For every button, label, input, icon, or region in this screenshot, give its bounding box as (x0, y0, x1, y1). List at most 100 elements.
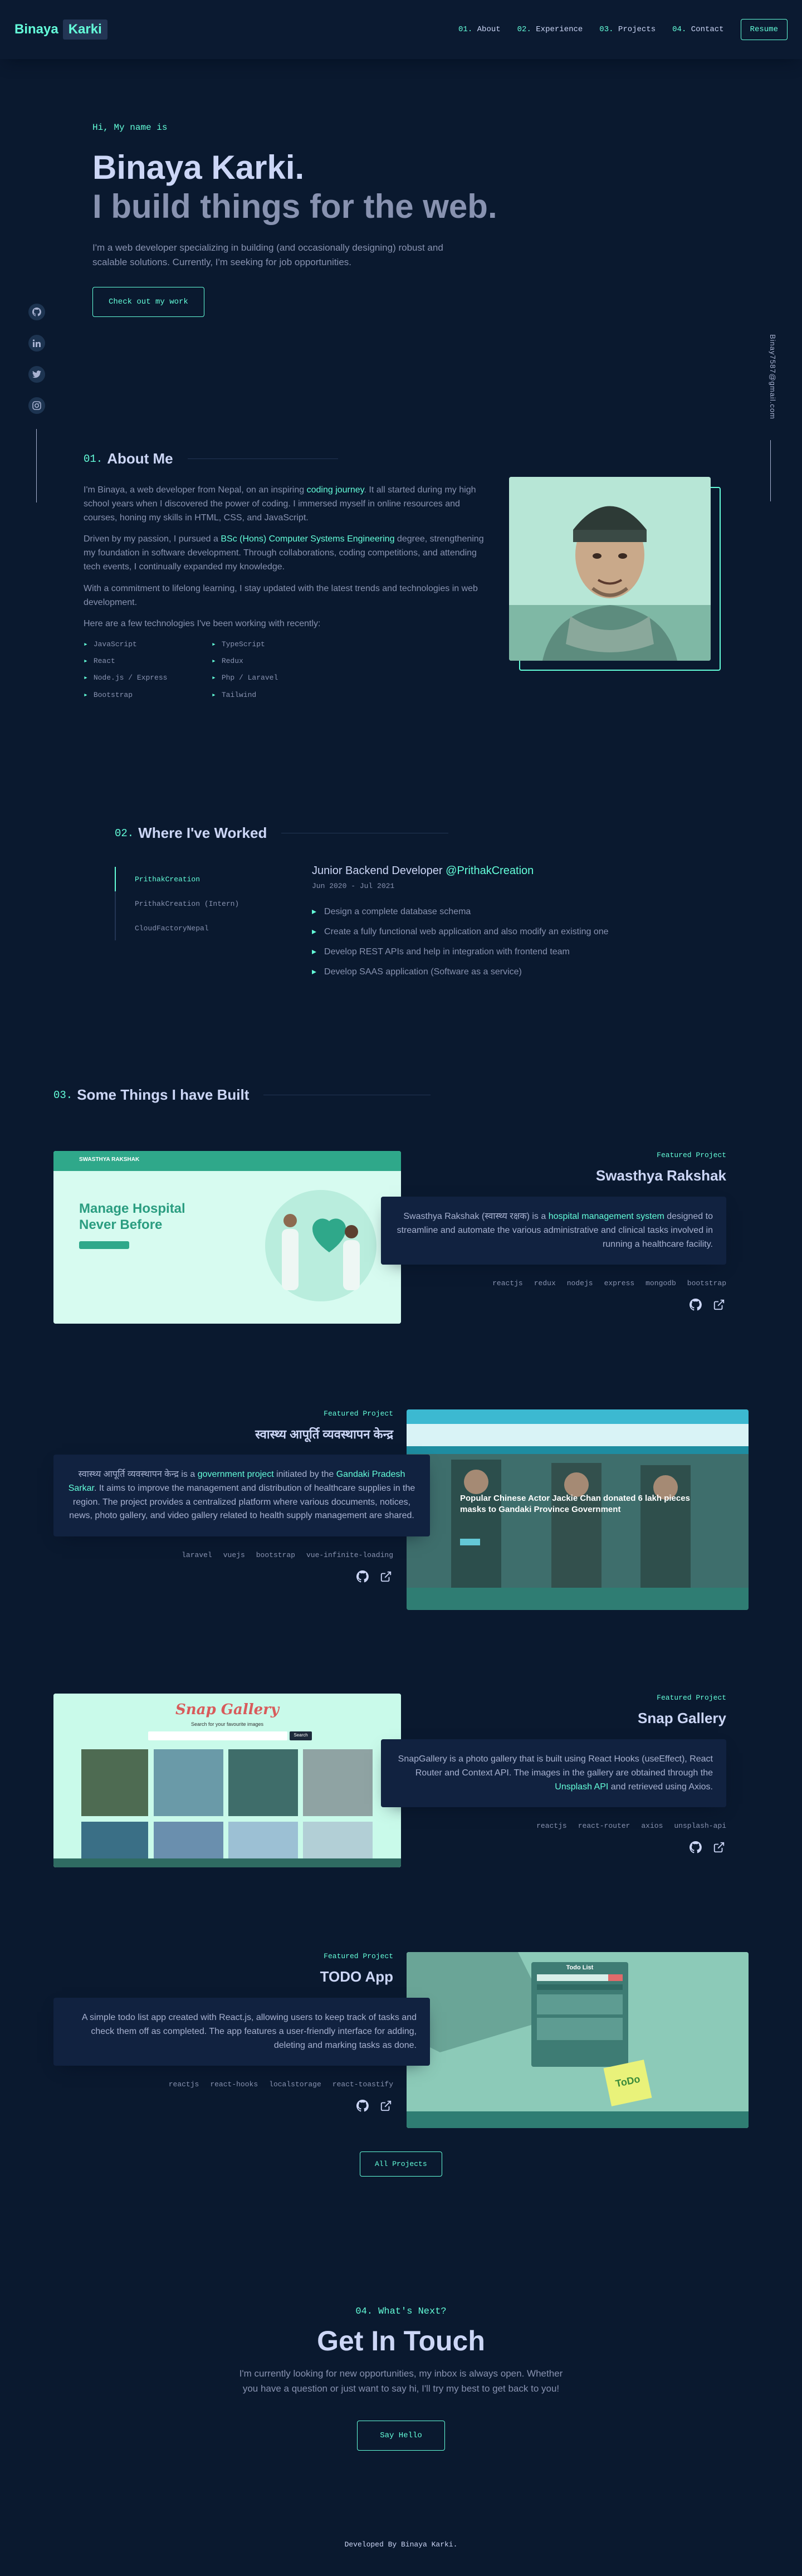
project-title[interactable]: Snap Gallery (381, 1710, 726, 1727)
nav-link-projects[interactable]: 03. Projects (599, 25, 656, 34)
project-links (53, 2099, 393, 2113)
featured-label: Featured Project (657, 1151, 726, 1159)
contact-section: 04. What's Next? Get In Touch I'm curren… (234, 2306, 568, 2451)
project-tech-list: laravel vuejs bootstrap vue-infinite-loa… (53, 1551, 393, 1559)
featured-label: Featured Project (324, 1952, 393, 1960)
project-tech-list: reactjs redux nodejs express mongodb boo… (381, 1279, 726, 1287)
job-duty: Develop SAAS application (Software as a … (312, 966, 702, 977)
external-link-icon[interactable] (379, 2099, 393, 2113)
tech-tag: reactjs (536, 1822, 567, 1831)
github-icon[interactable] (355, 1569, 370, 1584)
project-link[interactable]: Unsplash API (555, 1782, 608, 1792)
tech-tag: bootstrap (256, 1551, 295, 1560)
tech-tag: react-router (578, 1822, 630, 1831)
external-link-icon[interactable] (712, 1297, 726, 1312)
text: initiated by the (273, 1470, 336, 1479)
projects-heading: 03. Some Things I have Built (53, 1086, 431, 1104)
project-description: SnapGallery is a photo gallery that is b… (381, 1739, 726, 1808)
project-image-heading: Manage Hospital Never Before (79, 1201, 185, 1232)
project-links (381, 1840, 726, 1855)
linkedin-icon[interactable] (28, 335, 45, 352)
work-tab-cloudfactorynepal[interactable]: CloudFactoryNepal (115, 916, 282, 940)
tech-item: TypeScript (212, 639, 340, 650)
top-nav: Binaya Karki 01. About 02. Experience 03… (0, 0, 802, 59)
project-title[interactable]: स्वास्थ्य आपूर्ति व्यवस्थापन केन्द्र (53, 1426, 393, 1442)
twitter-icon[interactable] (28, 366, 45, 383)
project-description: A simple todo list app created with Reac… (53, 1998, 430, 2066)
project-image-todo[interactable]: Todo List ToDo (407, 1952, 749, 2128)
work-tab-prithakcreation[interactable]: PrithakCreation (115, 867, 282, 891)
about-paragraph-4: Here are a few technologies I've been wo… (84, 619, 321, 629)
tech-item: Node.js / Express (84, 672, 212, 684)
github-icon[interactable] (688, 1297, 703, 1312)
nav-label: Projects (618, 25, 656, 34)
project-title[interactable]: Swasthya Rakshak (381, 1167, 726, 1184)
project-link[interactable]: hospital management system (549, 1212, 664, 1221)
tech-tag: vue-infinite-loading (306, 1551, 393, 1560)
nav-link-about[interactable]: 01. About (458, 25, 501, 34)
job-role: Junior Backend Developer (312, 865, 446, 877)
featured-label: Featured Project (657, 1694, 726, 1702)
all-projects-button[interactable]: All Projects (360, 2151, 442, 2177)
section-divider (187, 458, 338, 459)
tech-item: React (84, 656, 212, 667)
tech-tag: mongodb (645, 1279, 676, 1288)
job-company-link[interactable]: @PrithakCreation (446, 865, 534, 877)
nav-label: Experience (536, 25, 583, 34)
footer-credit[interactable]: Developed By Binaya Karki. (0, 2540, 802, 2549)
tech-tag: reactjs (168, 2080, 199, 2089)
profile-photo (509, 477, 711, 661)
social-divider-line (36, 429, 37, 502)
job-duties: Design a complete database schema Create… (312, 906, 702, 977)
job-title: Junior Backend Developer @PrithakCreatio… (312, 865, 702, 877)
section-title: Some Things I have Built (77, 1086, 250, 1103)
project-title[interactable]: TODO App (53, 1968, 393, 1985)
logo-second: Karki (62, 19, 107, 40)
job-date: Jun 2020 - Jul 2021 (312, 882, 395, 890)
project-links (53, 1569, 393, 1584)
tech-tag: express (604, 1279, 635, 1288)
highlight: coding journey (306, 485, 364, 495)
tech-item: JavaScript (84, 639, 212, 650)
work-tab-prithakcreation-intern[interactable]: PrithakCreation (Intern) (115, 891, 282, 916)
email-link[interactable]: Binay7587@gmail.com (769, 334, 777, 419)
project-info-snap-gallery: Featured Project Snap Gallery SnapGaller… (381, 1694, 726, 1855)
project-link[interactable]: government project (198, 1470, 274, 1479)
project-image-headline: Popular Chinese Actor Jackie Chan donate… (460, 1494, 690, 1514)
project-image-nav: SWASTHYA RAKSHAK (79, 1157, 140, 1163)
project-image-health-supply[interactable]: Popular Chinese Actor Jackie Chan donate… (407, 1409, 749, 1610)
contact-title: Get In Touch (317, 2325, 485, 2357)
say-hello-button[interactable]: Say Hello (357, 2421, 445, 2451)
resume-button[interactable]: Resume (740, 19, 788, 40)
project-image-swasthya[interactable]: Manage Hospital Never Before SWASTHYA RA… (53, 1151, 401, 1324)
tech-tag: react-hooks (210, 2080, 258, 2089)
nav-num: 02. (517, 25, 531, 34)
project-image-snap-gallery[interactable]: Snap Gallery Search for your favourite i… (53, 1694, 401, 1867)
github-icon[interactable] (28, 304, 45, 320)
external-link-icon[interactable] (379, 1569, 393, 1584)
hero-greeting: Hi, My name is (92, 123, 168, 133)
highlight: BSc (Hons) Computer Systems Engineering (221, 534, 395, 544)
nav-link-experience[interactable]: 02. Experience (517, 25, 583, 34)
project-info-todo: Featured Project TODO App A simple todo … (53, 1952, 430, 2113)
nav-links: 01. About 02. Experience 03. Projects 04… (458, 19, 788, 40)
github-icon[interactable] (688, 1840, 703, 1855)
github-icon[interactable] (355, 2099, 370, 2113)
featured-label: Featured Project (324, 1409, 393, 1418)
tech-tag: localstorage (269, 2080, 321, 2089)
check-work-button[interactable]: Check out my work (92, 286, 204, 317)
hero-description: I'm a web developer specializing in buil… (92, 242, 443, 268)
text: . It aims to improve the management and … (69, 1483, 415, 1521)
instagram-icon[interactable] (28, 397, 45, 414)
project-links (381, 1297, 726, 1312)
project-tech-list: reactjs react-hooks localstorage react-t… (53, 2080, 393, 2089)
logo-first: Binaya (14, 22, 58, 37)
contact-description: I'm currently looking for new opportunit… (239, 2368, 563, 2394)
work-detail: Junior Backend Developer @PrithakCreatio… (312, 865, 702, 986)
hero-name: Binaya Karki. (92, 149, 305, 186)
project-image-subheading: Search for your favourite images (190, 1721, 264, 1727)
external-link-icon[interactable] (712, 1840, 726, 1855)
logo[interactable]: Binaya Karki (14, 19, 107, 40)
hero-tagline: I build things for the web. (92, 188, 497, 225)
nav-link-contact[interactable]: 04. Contact (672, 25, 723, 34)
